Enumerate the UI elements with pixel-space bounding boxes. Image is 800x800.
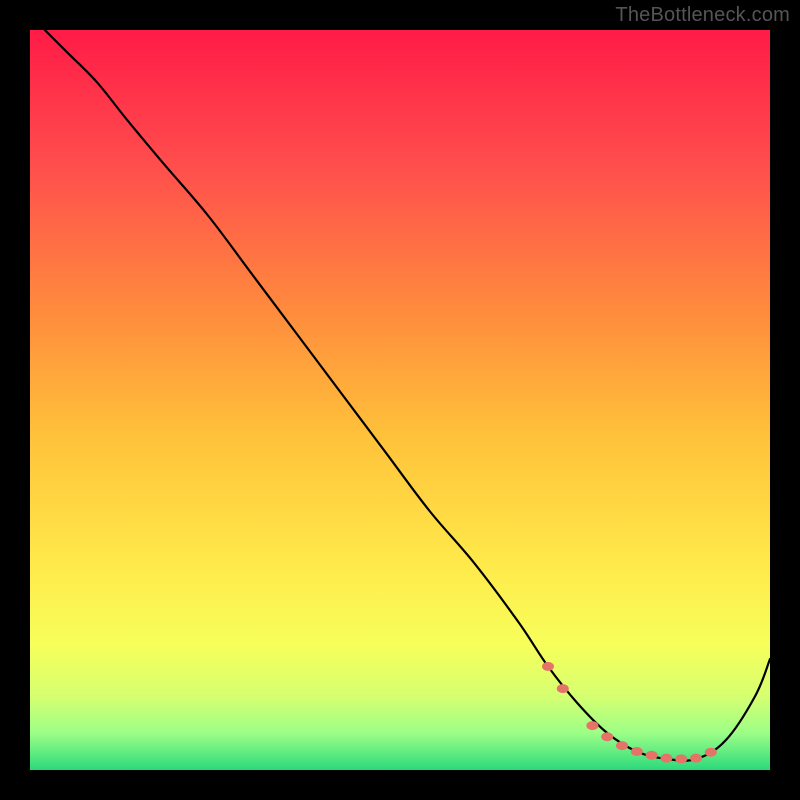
highlight-dot	[586, 721, 598, 730]
highlight-dot	[705, 748, 717, 757]
gradient-background	[30, 30, 770, 770]
highlight-dot	[690, 754, 702, 763]
highlight-dot	[557, 684, 569, 693]
highlight-dot	[601, 732, 613, 741]
watermark-label: TheBottleneck.com	[615, 4, 790, 27]
highlight-dot	[616, 741, 628, 750]
chart-frame: TheBottleneck.com	[0, 0, 800, 800]
highlight-dot	[660, 754, 672, 763]
highlight-dot	[646, 751, 658, 760]
highlight-dot	[542, 662, 554, 671]
plot-svg	[30, 30, 770, 770]
highlight-dot	[631, 747, 643, 756]
plot-area	[30, 30, 770, 770]
highlight-dot	[675, 754, 687, 763]
